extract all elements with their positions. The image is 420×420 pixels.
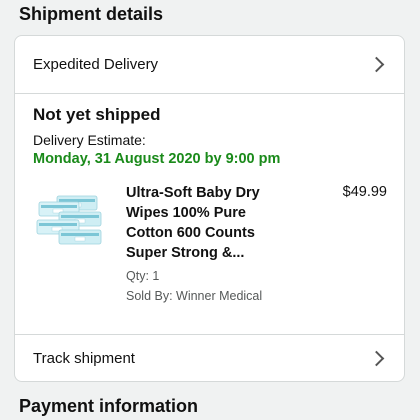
baby-wipes-product-image[interactable] — [35, 192, 105, 250]
product-title-link[interactable]: Ultra-Soft Baby Dry Wipes 100% Pure Cott… — [126, 183, 296, 263]
delivery-speed-row[interactable]: Expedited Delivery — [15, 36, 404, 93]
chevron-right-icon — [368, 350, 385, 366]
item-price: $49.99 — [342, 184, 387, 200]
item-quantity: Qty: 1 — [126, 269, 160, 283]
track-shipment-label: Track shipment — [33, 349, 135, 367]
payment-information-heading: Payment information — [19, 396, 199, 416]
delivery-estimate-date: Monday, 31 August 2020 by 9:00 pm — [33, 151, 281, 167]
delivery-speed-label: Expedited Delivery — [33, 56, 159, 73]
shipment-card: Expedited Delivery Not yet shipped Deliv… — [14, 35, 405, 382]
chevron-right-icon — [368, 56, 385, 73]
shipment-status: Not yet shipped — [33, 105, 161, 124]
delivery-estimate-label: Delivery Estimate: — [33, 132, 146, 148]
item-seller: Sold By: Winner Medical — [126, 289, 263, 303]
shipment-details-heading: Shipment details — [19, 4, 164, 24]
divider — [15, 93, 404, 94]
track-shipment-row[interactable]: Track shipment — [15, 335, 404, 381]
